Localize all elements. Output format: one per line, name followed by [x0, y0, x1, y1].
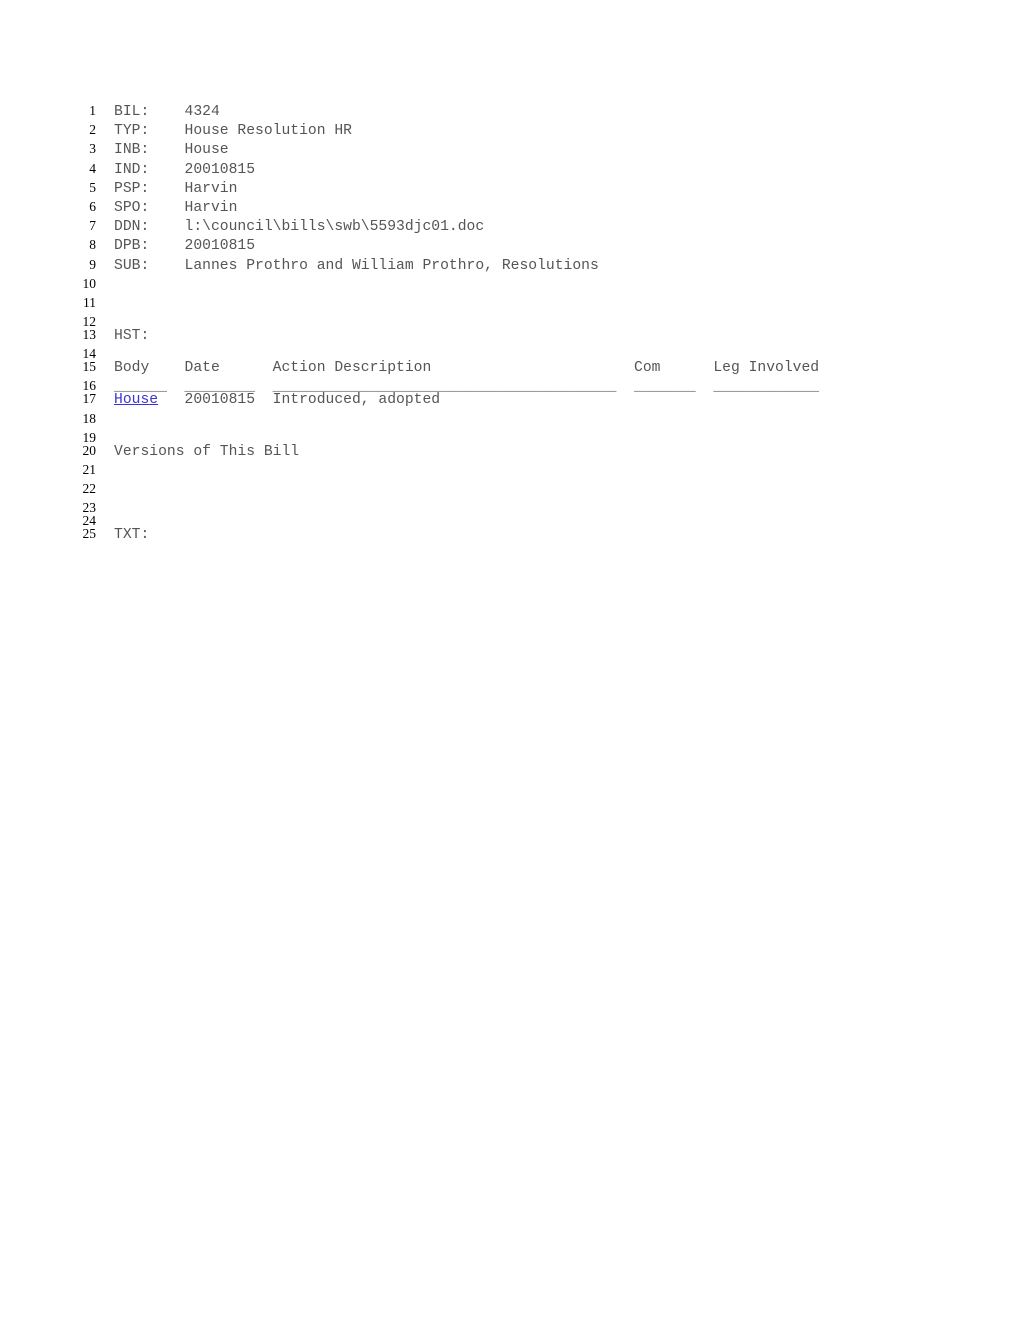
- text-line: 25 TXT:: [70, 527, 950, 546]
- line-number: 17: [82, 391, 97, 407]
- line-content-dpb: DPB: 20010815: [114, 238, 256, 255]
- text-line: 7 DDN: l:\council\bills\swb\5593djc01.do…: [70, 219, 950, 238]
- line-content-psp: PSP: Harvin: [114, 180, 238, 197]
- text-line: 4 IND: 20010815: [70, 160, 950, 181]
- versions-of-this-bill-heading: Versions of This Bill: [114, 443, 300, 460]
- text-line: 13 HST:: [70, 328, 950, 347]
- line-number: 2: [89, 122, 96, 138]
- text-line-blank: 19: [70, 430, 950, 444]
- text-line-blank: 24: [70, 514, 950, 528]
- text-line: 1 BIL: 4324: [70, 104, 950, 123]
- line-number: 18: [82, 410, 97, 426]
- line-number: 15: [82, 359, 97, 375]
- text-line-blank: 23: [70, 501, 950, 515]
- line-content-ind: IND: 20010815: [114, 161, 256, 178]
- line-content-ddn: DDN: l:\council\bills\swb\5593djc01.doc: [114, 219, 485, 236]
- line-content-sub: SUB: Lannes Prothro and William Prothro,…: [114, 257, 599, 274]
- line-content-typ: TYP: House Resolution HR: [114, 123, 352, 140]
- history-table-headers: Body Date Action Description Com Leg Inv…: [114, 360, 820, 377]
- history-body-link[interactable]: House: [114, 392, 158, 408]
- line-number: 1: [89, 103, 96, 118]
- text-line: 6 SPO: Harvin: [70, 198, 950, 219]
- history-table-row: 17 House 20010815 Introduced, adopted: [70, 392, 950, 411]
- text-line-blank: 10: [70, 275, 950, 296]
- text-line: 9 SUB: Lannes Prothro and William Prothr…: [70, 256, 950, 277]
- text-line-blank: 14: [70, 347, 950, 361]
- line-number: 10: [82, 275, 97, 291]
- text-line: 5 PSP: Harvin: [70, 179, 950, 200]
- line-number: 22: [82, 481, 97, 497]
- history-table-header-row: 15 Body Date Action Description Com Leg …: [70, 360, 950, 379]
- history-row-rest: 20010815 Introduced, adopted: [158, 392, 441, 409]
- line-content-hst: HST:: [114, 328, 150, 345]
- text-line: 3 INB: House: [70, 142, 950, 161]
- line-number: 5: [89, 179, 96, 195]
- history-table-separator-row: 16 ______ ________ _____________________…: [70, 379, 950, 395]
- page-canvas: 1 BIL: 4324 2 TYP: House Resolution HR 3…: [0, 0, 1020, 1320]
- text-line-blank: 22: [70, 482, 950, 501]
- text-line: 8 DPB: 20010815: [70, 238, 950, 257]
- line-number: 25: [82, 526, 97, 542]
- line-number: 6: [89, 198, 96, 214]
- line-content-inb: INB: House: [114, 142, 229, 159]
- text-line-blank: 21: [70, 463, 950, 482]
- line-content-spo: SPO: Harvin: [114, 199, 238, 216]
- text-line-blank: 18: [70, 410, 950, 431]
- line-number: 13: [82, 327, 97, 343]
- line-number: 20: [82, 442, 97, 458]
- versions-heading-row: 20 Versions of This Bill: [70, 442, 950, 463]
- line-content-txt: TXT:: [114, 527, 150, 544]
- text-line-blank: 12: [70, 315, 950, 329]
- line-number: 8: [89, 237, 96, 253]
- line-number: 21: [82, 462, 97, 477]
- line-content-bil: BIL: 4324: [114, 104, 220, 120]
- bill-record-document: 1 BIL: 4324 2 TYP: House Resolution HR 3…: [70, 104, 950, 547]
- line-number: 3: [89, 141, 96, 157]
- history-row-content: House 20010815 Introduced, adopted: [96, 393, 950, 408]
- line-number: 9: [89, 256, 96, 272]
- text-line-blank: 11: [70, 294, 950, 315]
- line-number: 4: [89, 160, 96, 176]
- text-line: 2 TYP: House Resolution HR: [70, 123, 950, 142]
- line-number: 7: [89, 218, 96, 234]
- line-number: 11: [83, 294, 96, 310]
